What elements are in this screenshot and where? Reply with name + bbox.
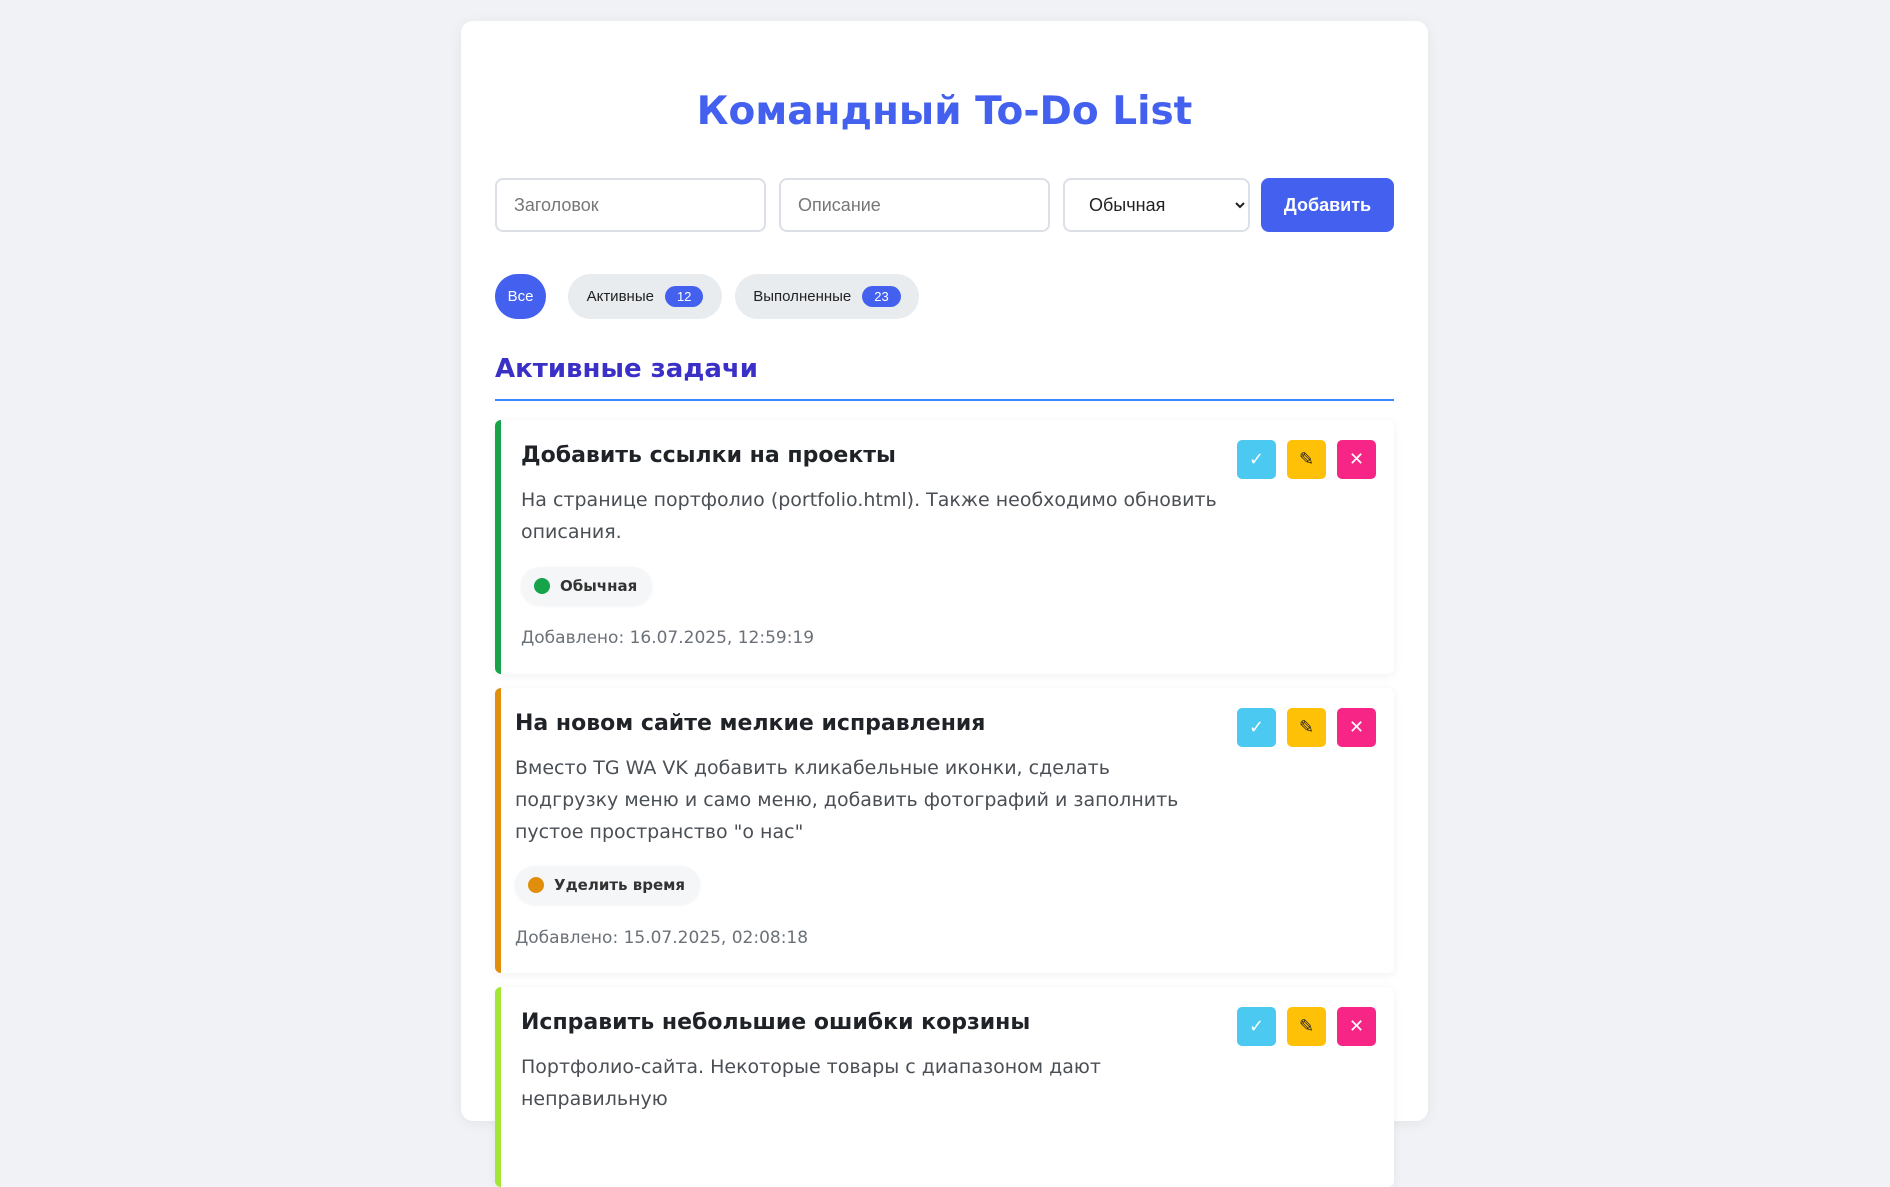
add-button[interactable]: Добавить	[1261, 178, 1394, 232]
section-divider	[495, 399, 1394, 401]
close-icon: ✕	[1348, 448, 1365, 470]
page-title: Командный To-Do List	[696, 89, 1193, 134]
task-description: На странице портфолио (portfolio.html). …	[521, 489, 1217, 543]
complete-button[interactable]: ✓	[1237, 708, 1276, 747]
filter-completed-button[interactable]: Выполненные 23	[735, 274, 919, 319]
add-task-form: Обычная Добавить	[495, 178, 1394, 232]
priority-label: Уделить время	[554, 876, 686, 894]
delete-button[interactable]: ✕	[1337, 708, 1376, 747]
filter-active-button[interactable]: Активные 12	[568, 274, 722, 319]
pencil-icon: ✎	[1298, 716, 1315, 738]
delete-button[interactable]: ✕	[1337, 1007, 1376, 1046]
filter-all-button[interactable]: Все	[495, 274, 546, 319]
task-description: Вместо TG WA VK добавить кликабельные ик…	[515, 757, 1179, 843]
complete-button[interactable]: ✓	[1237, 440, 1276, 479]
count-badge: 23	[862, 286, 901, 307]
task-actions: ✓ ✎ ✕	[1237, 1007, 1376, 1046]
task-title: Исправить небольшие ошибки корзины	[521, 1010, 1031, 1035]
delete-button[interactable]: ✕	[1337, 440, 1376, 479]
complete-button[interactable]: ✓	[1237, 1007, 1276, 1046]
task-card: Исправить небольшие ошибки корзины Портф…	[495, 987, 1394, 1187]
task-actions: ✓ ✎ ✕	[1237, 440, 1376, 479]
task-date: Добавлено: 15.07.2025, 02:08:18	[515, 928, 809, 948]
edit-button[interactable]: ✎	[1287, 708, 1326, 747]
task-title: Добавить ссылки на проекты	[521, 443, 896, 468]
filter-label: Выполненные	[753, 288, 852, 305]
task-title: На новом сайте мелкие исправления	[515, 711, 986, 736]
filter-label: Все	[507, 288, 534, 305]
close-icon: ✕	[1348, 1015, 1365, 1037]
title-input[interactable]	[495, 178, 766, 232]
check-icon: ✓	[1248, 1015, 1265, 1037]
section-title: Активные задачи	[495, 354, 758, 384]
count-badge: 12	[664, 286, 704, 307]
priority-badge: Уделить время	[515, 866, 701, 904]
task-card: На новом сайте мелкие исправления Вместо…	[495, 688, 1394, 973]
edit-button[interactable]: ✎	[1287, 440, 1326, 479]
app-container: Командный To-Do List Обычная Добавить Вс…	[461, 21, 1428, 1187]
priority-select[interactable]: Обычная	[1063, 178, 1250, 232]
task-actions: ✓ ✎ ✕	[1237, 708, 1376, 747]
pencil-icon: ✎	[1298, 1015, 1315, 1037]
pencil-icon: ✎	[1298, 448, 1315, 470]
priority-badge: Обычная	[521, 567, 653, 605]
filter-label: Активные	[586, 288, 654, 305]
check-icon: ✓	[1248, 716, 1265, 738]
task-date: Добавлено: 16.07.2025, 12:59:19	[521, 628, 815, 648]
priority-label: Обычная	[560, 577, 638, 595]
edit-button[interactable]: ✎	[1287, 1007, 1326, 1046]
description-input[interactable]	[779, 178, 1050, 232]
task-card: Добавить ссылки на проекты На странице п…	[495, 420, 1394, 674]
priority-dot-icon	[528, 877, 544, 893]
close-icon: ✕	[1348, 716, 1365, 738]
check-icon: ✓	[1248, 448, 1265, 470]
priority-dot-icon	[534, 578, 550, 594]
task-description: Портфолио-сайта. Некоторые товары с диап…	[521, 1056, 1101, 1110]
